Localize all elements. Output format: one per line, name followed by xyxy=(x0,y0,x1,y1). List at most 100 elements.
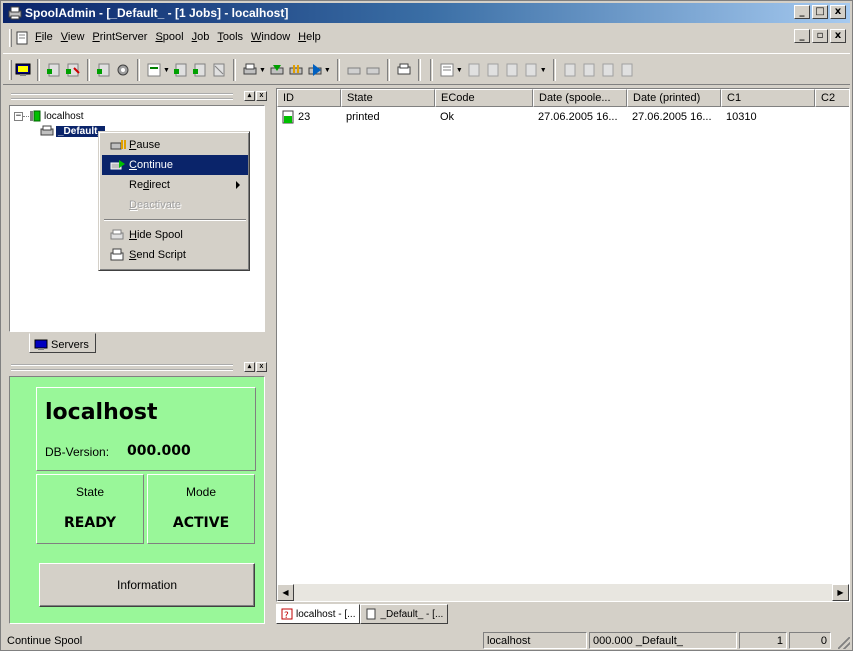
menu-tools[interactable]: Tools xyxy=(213,31,247,45)
tree-node-default[interactable]: _Default_ xyxy=(40,125,106,137)
job-start-icon[interactable] xyxy=(46,62,62,78)
job-refresh-icon[interactable] xyxy=(600,62,616,78)
column-header-c1[interactable]: C1 xyxy=(721,89,815,107)
mdi-close-button[interactable]: x xyxy=(830,29,846,43)
servers-pane-caption[interactable]: ▴ x xyxy=(7,90,269,104)
maximize-button[interactable]: □ xyxy=(812,5,828,19)
document-icon[interactable] xyxy=(15,31,29,45)
information-button[interactable]: Information xyxy=(39,563,255,607)
table-row[interactable]: 23 printed Ok 27.06.2005 16... 27.06.200… xyxy=(277,109,849,125)
menu-item-continue[interactable]: Continue xyxy=(102,155,248,175)
servers-tab-icon xyxy=(34,339,48,350)
column-header-date-printed[interactable]: Date (printed) xyxy=(627,89,721,107)
jobs-header: ID State ECode Date (spoole... Date (pri… xyxy=(277,89,849,107)
spool-icon[interactable] xyxy=(242,62,258,78)
column-header-state[interactable]: State xyxy=(341,89,435,107)
column-header-id[interactable]: ID xyxy=(277,89,341,107)
help-doc-icon: ? xyxy=(281,608,293,620)
monitor-icon[interactable] xyxy=(15,62,31,78)
window-title: SpoolAdmin - [_Default_ - [1 Jobs] - loc… xyxy=(25,6,289,20)
spool-hide-icon[interactable] xyxy=(346,62,362,78)
job-settings-icon[interactable] xyxy=(115,62,131,78)
scroll-left-arrow-icon[interactable]: ◀ xyxy=(277,584,294,601)
menu-item-hide-spool[interactable]: Hide Spool xyxy=(102,225,248,245)
job-print-icon[interactable] xyxy=(466,62,482,78)
mdi-tab-default[interactable]: _Default_ - [... xyxy=(360,604,449,624)
send-script-icon[interactable] xyxy=(396,62,412,78)
mdi-tabbar: ? localhost - [... _Default_ - [... xyxy=(276,604,850,626)
context-menu: Pause Continue Redirect Deactivate Hide … xyxy=(98,131,250,271)
job-id: 23 xyxy=(298,111,311,123)
menu-printserver[interactable]: PrintServer xyxy=(88,31,151,45)
spool-pause-icon[interactable] xyxy=(288,62,304,78)
menu-spool[interactable]: Spool xyxy=(151,31,187,45)
spool-show-icon[interactable] xyxy=(365,62,381,78)
menu-job[interactable]: Job xyxy=(188,31,214,45)
dropdown-arrow-icon[interactable]: ▼ xyxy=(259,67,266,74)
send-script-icon xyxy=(110,248,124,261)
job-delete-icon[interactable] xyxy=(211,62,227,78)
title-bar[interactable]: SpoolAdmin - [_Default_ - [1 Jobs] - loc… xyxy=(3,3,850,23)
menu-help[interactable]: Help xyxy=(294,31,325,45)
job-forward-icon[interactable] xyxy=(173,62,189,78)
column-header-date-spooled[interactable]: Date (spoole... xyxy=(533,89,627,107)
pane-close-button[interactable]: x xyxy=(256,362,267,372)
dropdown-arrow-icon[interactable]: ▼ xyxy=(540,67,547,74)
dropdown-arrow-icon[interactable]: ▼ xyxy=(163,67,170,74)
job-pause-icon[interactable] xyxy=(96,62,112,78)
horizontal-scrollbar[interactable]: ◀ ▶ xyxy=(277,584,849,601)
spool-continue-icon[interactable] xyxy=(269,62,285,78)
column-header-c2[interactable]: C2 xyxy=(815,89,849,107)
close-button[interactable]: x xyxy=(830,5,846,19)
job-filter-icon[interactable] xyxy=(562,62,578,78)
menu-file[interactable]: File xyxy=(31,31,57,45)
menu-view[interactable]: View xyxy=(57,31,89,45)
mode-label: Mode xyxy=(185,485,217,499)
menu-item-pause[interactable]: Pause xyxy=(102,135,248,155)
job-info-icon[interactable] xyxy=(619,62,635,78)
dropdown-arrow-icon[interactable]: ▼ xyxy=(456,67,463,74)
status-message: Continue Spool xyxy=(7,635,83,647)
job-ecode: Ok xyxy=(440,111,455,123)
menu-item-send-script[interactable]: Send Script xyxy=(102,245,248,265)
status-version-spool: 000.000 _Default_ xyxy=(589,632,737,649)
job-stop-icon[interactable] xyxy=(65,62,81,78)
job-print-all-icon[interactable] xyxy=(485,62,501,78)
list-view-icon[interactable] xyxy=(439,62,455,78)
resize-grip-icon[interactable] xyxy=(838,637,850,649)
menubar-grip[interactable] xyxy=(9,29,12,47)
job-archive-icon[interactable] xyxy=(523,62,539,78)
menu-separator xyxy=(104,219,246,221)
job-date-spooled: 27.06.2005 16... xyxy=(538,111,618,123)
menu-window[interactable]: Window xyxy=(247,31,294,45)
dropdown-arrow-icon[interactable]: ▼ xyxy=(324,67,331,74)
job-list-icon[interactable] xyxy=(146,62,162,78)
mdi-tab-localhost[interactable]: ? localhost - [... xyxy=(276,604,361,624)
pane-resize-button[interactable]: ▴ xyxy=(244,362,255,372)
pane-resize-button[interactable]: ▴ xyxy=(244,91,255,101)
minimize-button[interactable]: _ xyxy=(794,5,810,19)
toolbar-separator xyxy=(336,59,340,81)
toolbar-separator xyxy=(87,59,90,81)
jobs-list: ID State ECode Date (spoole... Date (pri… xyxy=(276,88,850,602)
scroll-right-arrow-icon[interactable]: ▶ xyxy=(832,584,849,601)
tab-servers[interactable]: Servers xyxy=(29,333,96,353)
column-header-ecode[interactable]: ECode xyxy=(435,89,533,107)
job-export-icon[interactable] xyxy=(504,62,520,78)
mdi-restore-button[interactable]: ▫ xyxy=(812,29,828,43)
vertical-splitter[interactable] xyxy=(271,87,274,632)
spool-redirect-icon[interactable] xyxy=(307,62,323,78)
job-copy-icon[interactable] xyxy=(192,62,208,78)
mdi-minimize-button[interactable]: _ xyxy=(794,29,810,43)
job-sort-icon[interactable] xyxy=(581,62,597,78)
job-state: printed xyxy=(346,111,380,123)
info-pane-caption[interactable]: ▴ x xyxy=(7,361,269,375)
tree-node-localhost[interactable]: − localhost xyxy=(14,110,83,122)
toolbar-grip[interactable] xyxy=(9,60,12,80)
db-version-value: 000.000 xyxy=(127,443,191,459)
pane-close-button[interactable]: x xyxy=(256,91,267,101)
state-label: State xyxy=(75,485,105,499)
menu-item-deactivate: Deactivate xyxy=(129,199,181,211)
menu-item-redirect[interactable]: Redirect xyxy=(102,175,248,195)
collapse-icon[interactable]: − xyxy=(14,111,23,121)
